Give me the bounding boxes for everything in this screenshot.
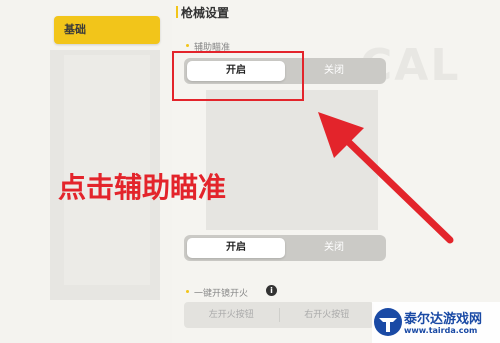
label-dot-icon — [186, 290, 189, 293]
info-icon[interactable]: i — [266, 285, 277, 296]
quick-scope-label: 一键开镜开火 — [194, 289, 249, 299]
section-title: 枪械设置 — [175, 6, 230, 20]
left-fire-button-option[interactable]: 左开火按钮 — [184, 302, 279, 328]
category-basic-button[interactable]: 基础 — [54, 16, 160, 44]
annotation-arrow-icon — [318, 112, 454, 244]
second-toggle: 开启 关闭 — [184, 235, 386, 261]
fire-button-selector: 左开火按钮 右开火按钮 — [184, 302, 374, 328]
second-toggle-on-option[interactable]: 开启 — [187, 238, 285, 258]
second-toggle-off-option[interactable]: 关闭 — [285, 238, 383, 258]
logo-name: 泰尔达游戏网 — [404, 312, 483, 327]
logo-site: www.tairda.com — [404, 326, 478, 335]
right-fire-button-option[interactable]: 右开火按钮 — [280, 302, 375, 328]
label-dot-icon — [186, 44, 189, 47]
annotation-text: 点击辅助瞄准 — [58, 171, 227, 204]
annotation-highlight-box — [172, 51, 304, 101]
